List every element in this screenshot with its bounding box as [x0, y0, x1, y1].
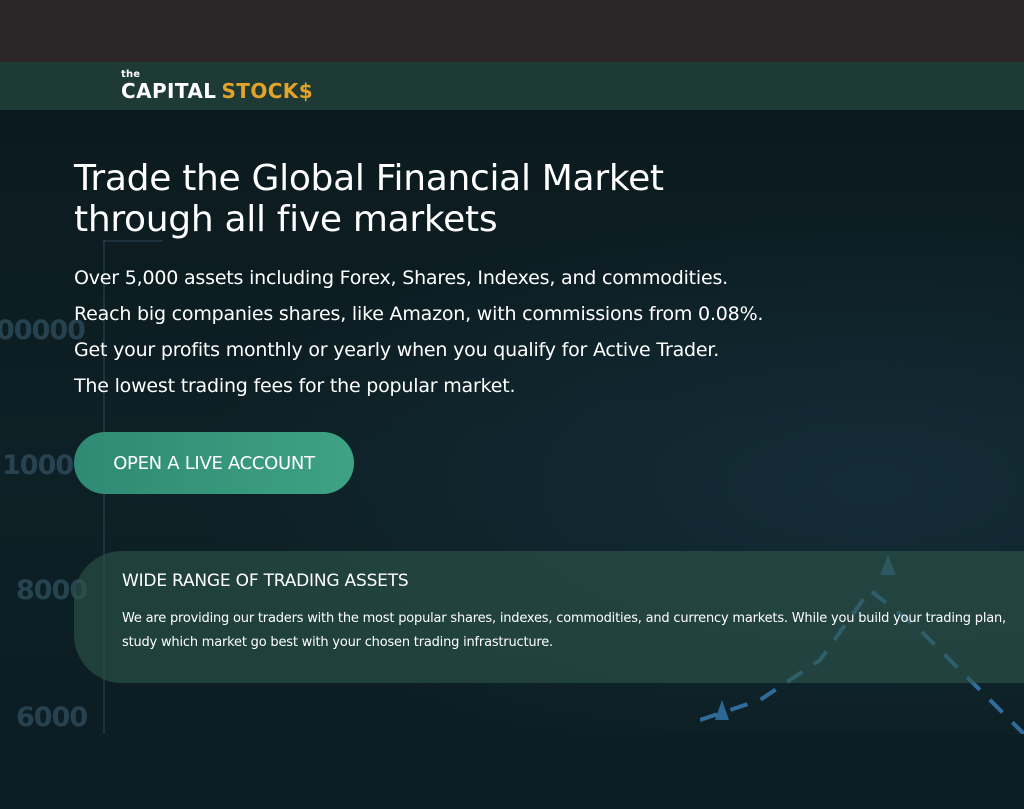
browser-top-bar	[0, 0, 1024, 62]
hero-feature-line: Over 5,000 assets including Forex, Share…	[74, 267, 728, 289]
site-logo[interactable]: the CAPITAL STOCK$	[121, 70, 314, 103]
feature-card-body: We are providing our traders with the mo…	[122, 611, 1006, 650]
hero-feature-line: Get your profits monthly or yearly when …	[74, 339, 720, 361]
feature-card: WIDE RANGE OF TRADING ASSETS We are prov…	[74, 551, 1024, 683]
headline-line-2: through all five markets	[74, 199, 498, 240]
headline-line-1: Trade the Global Financial Market	[74, 158, 664, 199]
feature-card-title: WIDE RANGE OF TRADING ASSETS	[122, 571, 409, 591]
bg-axis-label: 6000	[16, 702, 88, 733]
hero-section: 00000 10000 8000 6000 Trade the Global F…	[0, 110, 1024, 734]
logo-capital: CAPITAL	[121, 79, 217, 103]
bg-chart-grid-line	[103, 240, 163, 242]
logo-stocks: STOCK$	[221, 79, 314, 103]
footer-band	[0, 734, 1024, 809]
hero-feature-line: Reach big companies shares, like Amazon,…	[74, 303, 764, 325]
hero-feature-list: Over 5,000 assets including Forex, Share…	[74, 260, 763, 404]
open-live-account-button[interactable]: OPEN A LIVE ACCOUNT	[74, 432, 354, 494]
hero-feature-line: The lowest trading fees for the popular …	[74, 375, 516, 397]
hero-headline: Trade the Global Financial Market throug…	[74, 158, 774, 240]
site-header: the CAPITAL STOCK$	[0, 62, 1024, 111]
bg-axis-label: 00000	[0, 315, 86, 346]
